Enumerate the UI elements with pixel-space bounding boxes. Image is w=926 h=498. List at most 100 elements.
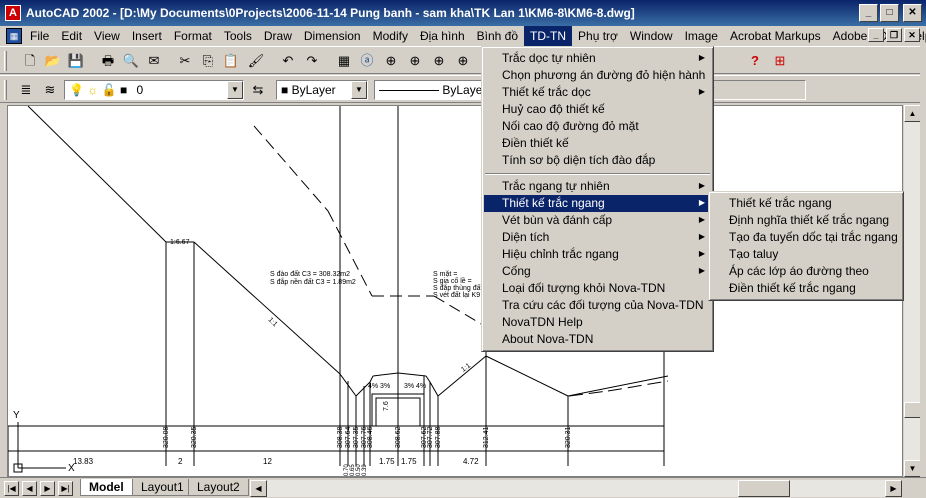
submenu-item-thiet-ke-trac-ngang[interactable]: Thiết kế trắc ngang <box>711 195 901 212</box>
snap-tool-icon[interactable]: ⊞ <box>770 51 790 71</box>
menu-item-huy-cao-do-thiet-ke[interactable]: Huỷ cao độ thiết kế <box>484 101 711 118</box>
menu-binh-do[interactable]: Bình đồ <box>471 26 524 46</box>
menu-item-about-nova-tdn[interactable]: About Nova-TDN <box>484 331 711 348</box>
maximize-button[interactable]: □ <box>880 4 899 22</box>
scroll-left-icon[interactable]: ◀ <box>250 480 267 497</box>
vertical-scrollbar[interactable]: ▲ ▼ <box>903 105 921 477</box>
doc-restore-button[interactable]: ❐ <box>886 28 902 42</box>
menu-insert[interactable]: Insert <box>126 26 168 46</box>
menu-item-novatdn-help[interactable]: NovaTDN Help <box>484 314 711 331</box>
menu-item-trac-ngang-tu-nhien[interactable]: Trắc ngang tự nhiên ▶ <box>484 178 711 195</box>
menu-item-hieu-chinh-trac-ngang[interactable]: Hiệu chỉnh trắc ngang ▶ <box>484 246 711 263</box>
menu-acrobat-markups[interactable]: Acrobat Markups <box>724 26 827 46</box>
print-icon[interactable]: 🖶 <box>98 51 118 71</box>
submenu-item-dien-thiet-ke-trac-ngang[interactable]: Điền thiết kế trắc ngang <box>711 280 901 297</box>
menu-window[interactable]: Window <box>624 26 679 46</box>
menu-item-trac-doc-tu-nhien[interactable]: Trắc dọc tự nhiên ▶ <box>484 50 711 67</box>
last-tab-icon[interactable]: ▶| <box>58 481 73 496</box>
make-layer-current-icon[interactable]: ≋ <box>40 80 60 100</box>
menu-format[interactable]: Format <box>168 26 218 46</box>
distance-label: 13.83 <box>73 457 94 466</box>
slope-pct-right: 3% 4% <box>404 383 426 390</box>
save-icon[interactable]: 💾 <box>66 51 86 71</box>
tab-layout2[interactable]: Layout2 <box>188 479 249 496</box>
close-button[interactable]: ✕ <box>903 4 922 22</box>
menu-item-vet-bun-va-danh-cap[interactable]: Vét bùn và đánh cấp ▶ <box>484 212 711 229</box>
copy-icon[interactable]: ⎘ <box>198 51 218 71</box>
menu-item-label: Thiết kế trắc dọc <box>502 85 591 99</box>
layer-manager-icon[interactable]: ≣ <box>16 80 36 100</box>
menu-item-chon-phuong-an-duong-do-hien-hanh[interactable]: Chọn phương án đường đỏ hiện hành <box>484 67 711 84</box>
menu-tools[interactable]: Tools <box>218 26 258 46</box>
chevron-down-icon[interactable]: ▼ <box>227 81 243 99</box>
menu-phu-tro[interactable]: Phụ trợ <box>572 26 624 46</box>
slope-pct-left: 4% 3% <box>368 383 390 390</box>
match-properties-icon[interactable]: 🖌 <box>246 51 266 71</box>
toolbar-grip[interactable] <box>4 51 7 71</box>
menu-item-dien-tich[interactable]: Diện tích ▶ <box>484 229 711 246</box>
linetype-dropdown[interactable]: ByLaye <box>374 80 484 100</box>
scroll-right-icon[interactable]: ▶ <box>885 480 902 497</box>
help-icon[interactable]: ? <box>745 51 765 71</box>
color-dropdown[interactable]: ■ ByLayer ▼ <box>276 80 368 100</box>
menu-item-dien-thiet-ke[interactable]: Điền thiết kế <box>484 135 711 152</box>
undo-icon[interactable]: ↶ <box>278 51 298 71</box>
paste-icon[interactable]: 📋 <box>221 51 241 71</box>
first-tab-icon[interactable]: |◀ <box>4 481 19 496</box>
toolbar-grip[interactable] <box>4 80 7 100</box>
menu-item-noi-cao-do-duong-do-mat[interactable]: Nối cao độ đường đỏ mặt <box>484 118 711 135</box>
lineweight-dropdown[interactable]: r <box>706 80 806 100</box>
print-preview-icon[interactable]: 🔍 <box>121 51 141 71</box>
open-file-icon[interactable]: 📂 <box>43 51 63 71</box>
tab-model[interactable]: Model <box>80 479 133 496</box>
doc-close-button[interactable]: ✕ <box>904 28 920 42</box>
zoom-window-icon[interactable]: ⊕ <box>429 51 449 71</box>
publish-icon[interactable]: ✉ <box>144 51 164 71</box>
scroll-down-icon[interactable]: ▼ <box>904 460 921 477</box>
layer-dropdown[interactable]: 💡 ☼ 🔓 ■ 0 ▼ <box>64 80 244 100</box>
design-line-d <box>433 295 489 329</box>
horizontal-scrollbar[interactable]: ◀ ▶ <box>250 480 902 497</box>
chevron-down-icon[interactable]: ▼ <box>351 81 367 99</box>
scroll-up-icon[interactable]: ▲ <box>904 105 921 122</box>
menu-item-thiet-ke-trac-doc[interactable]: Thiết kế trắc dọc ▶ <box>484 84 711 101</box>
redo-icon[interactable]: ↷ <box>302 51 322 71</box>
menu-file[interactable]: File <box>24 26 55 46</box>
design-center-icon[interactable]: ▦ <box>334 51 354 71</box>
submenu-item-tao-da-tuyen-doc-tai-trac-ngang[interactable]: Tạo đa tuyến dốc tại trắc ngang <box>711 229 901 246</box>
menu-td-tn[interactable]: TD-TN <box>524 26 573 46</box>
distance-label: 12 <box>263 457 272 466</box>
submenu-item-tao-taluy[interactable]: Tạo taluy <box>711 246 901 263</box>
menu-item-tra-cuu-cac-doi-tuong-cua-nova-tdn[interactable]: Tra cứu các đối tượng của Nova-TDN <box>484 297 711 314</box>
menu-modify[interactable]: Modify <box>367 26 414 46</box>
cut-icon[interactable]: ✂ <box>175 51 195 71</box>
menu-image[interactable]: Image <box>679 26 724 46</box>
menu-dia-hinh[interactable]: Địa hình <box>414 26 471 46</box>
previous-layer-icon[interactable]: ⇆ <box>248 80 268 100</box>
document-icon[interactable]: ▦ <box>6 28 22 44</box>
menu-item-thiet-ke-trac-ngang[interactable]: Thiết kế trắc ngang ▶ <box>484 195 711 212</box>
minimize-button[interactable]: _ <box>859 4 878 22</box>
menu-draw[interactable]: Draw <box>258 26 298 46</box>
submenu-item-ap-cac-lop-ao-duong-theo[interactable]: Áp các lớp áo đường theo <box>711 263 901 280</box>
menu-item-cong[interactable]: Cống ▶ <box>484 263 711 280</box>
vertical-scroll-thumb[interactable] <box>904 402 921 418</box>
zoom-previous-icon[interactable]: ⊕ <box>453 51 473 71</box>
menu-view[interactable]: View <box>88 26 126 46</box>
menu-dimension[interactable]: Dimension <box>298 26 367 46</box>
new-file-icon[interactable]: 🗋 <box>20 51 40 71</box>
zoom-realtime-icon[interactable]: ⊕ <box>405 51 425 71</box>
horizontal-scroll-thumb[interactable] <box>738 480 790 497</box>
next-tab-icon[interactable]: ▶ <box>40 481 55 496</box>
tab-layout1[interactable]: Layout1 <box>132 479 193 496</box>
menu-item-tinh-so-bo-dien-tich-dao-dap[interactable]: Tính sơ bộ diện tích đào đắp <box>484 152 711 169</box>
doc-minimize-button[interactable]: _ <box>868 28 884 42</box>
submenu-item-dinh-nghia-thiet-ke-trac-ngang[interactable]: Định nghĩa thiết kế trắc ngang <box>711 212 901 229</box>
autocad-app-icon[interactable]: A <box>5 5 21 21</box>
menu-edit[interactable]: Edit <box>55 26 88 46</box>
pan-icon[interactable]: ⊕ <box>381 51 401 71</box>
slope-line-left <box>193 241 341 375</box>
menu-item-loai-doi-tuong-khoi-nova-tdn[interactable]: Loại đối tượng khỏi Nova-TDN <box>484 280 711 297</box>
hyperlink-icon[interactable]: ⓐ <box>357 51 377 71</box>
prev-tab-icon[interactable]: ◀ <box>22 481 37 496</box>
